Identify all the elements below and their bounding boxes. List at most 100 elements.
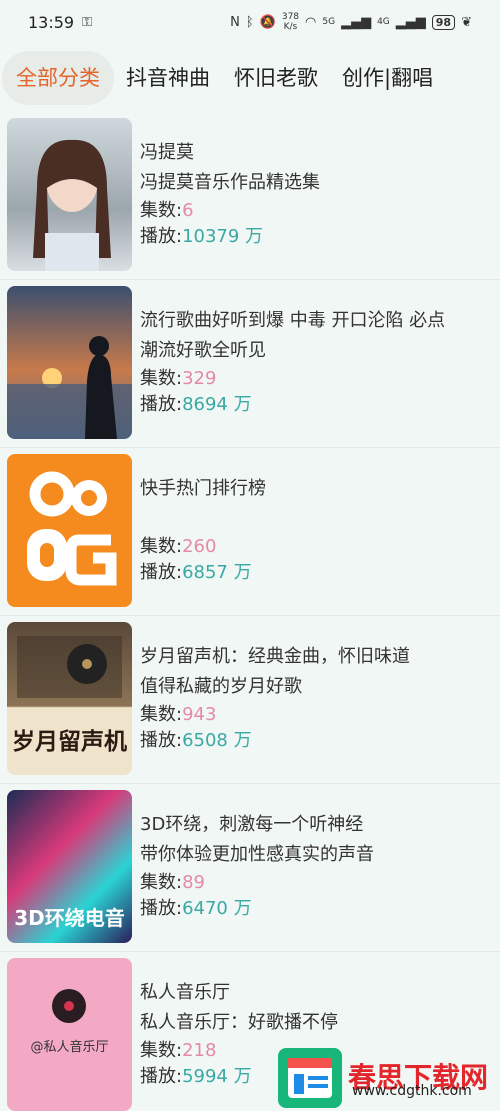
item-subtitle: 私人音乐厅：好歌播不停 [140,1012,338,1033]
album-cover [7,286,132,439]
list-item[interactable]: 岁月留声机 岁月留声机：经典金曲，怀旧味道 值得私藏的岁月好歌 集数:943 播… [0,616,500,784]
count-value: 329 [182,368,217,389]
cover-title: 3D环绕电音 [14,906,125,930]
album-list: 冯提莫 冯提莫音乐作品精选集 集数:6 播放:10379 万 流行歌曲好听到爆 … [0,112,500,1111]
count-label: 集数: [140,368,183,389]
signal-4g: 4G [377,17,390,27]
net-speed-value: 378 [281,12,300,22]
vinyl-record-icon [52,989,86,1023]
item-episode-count: 集数:943 [140,702,216,728]
item-info: 3D环绕，刺激每一个听神经 带你体验更加性感真实的声音 [140,810,490,870]
plays-label: 播放: [140,394,183,415]
cover-title: @私人音乐厅 [30,1040,109,1055]
watermark-logo-shape [288,1058,332,1098]
count-value: 89 [182,872,205,893]
count-value: 943 [182,704,217,725]
count-value: 260 [182,536,217,557]
wifi-icon: ◠ [305,14,317,30]
mute-icon: 🔕 [259,14,276,30]
status-bar: 13:59 ⚿ N ᛒ 🔕 378 K/s ◠ 5G ▂▄▆ 4G ▂▄▆ 98… [0,0,500,44]
category-tabs: 全部分类 抖音神曲 怀旧老歌 创作|翻唱 [0,50,500,106]
item-play-count: 播放:5994 万 [140,1064,252,1090]
item-subtitle: 冯提莫音乐作品精选集 [140,172,320,193]
plays-value: 8694 万 [182,394,252,415]
list-item[interactable]: 流行歌曲好听到爆 中毒 开口沦陷 必点 潮流好歌全听见 集数:329 播放:86… [0,280,500,448]
sunset-silhouette-illustration [7,336,132,439]
net-speed: 378 K/s [282,12,299,32]
list-item[interactable]: 快手热门排行榜 集数:260 播放:6857 万 [0,448,500,616]
item-episode-count: 集数:260 [140,534,216,560]
list-item[interactable]: 3D环绕电音 3D环绕，刺激每一个听神经 带你体验更加性感真实的声音 集数:89… [0,784,500,952]
item-info: 私人音乐厅 私人音乐厅：好歌播不停 [140,978,490,1038]
signal-bars-icon-2: ▂▄▆ [395,14,426,30]
tab-all-categories[interactable]: 全部分类 [2,51,114,105]
item-title: 快手热门排行榜 [140,478,266,499]
item-subtitle: 潮流好歌全听见 [140,340,266,361]
item-play-count: 播放:6508 万 [140,728,252,754]
plays-label: 播放: [140,898,183,919]
item-title: 3D环绕，刺激每一个听神经 [140,814,364,835]
cover-title: 岁月留声机 [12,729,127,755]
album-cover: 岁月留声机 [7,622,132,775]
item-info: 流行歌曲好听到爆 中毒 开口沦陷 必点 潮流好歌全听见 [140,306,490,366]
item-episode-count: 集数:329 [140,366,216,392]
item-info: 冯提莫 冯提莫音乐作品精选集 [140,138,490,198]
leaf-icon: ❦ [461,14,472,30]
portrait-illustration [33,139,111,271]
plays-value: 6857 万 [182,562,252,583]
item-play-count: 播放:6857 万 [140,560,252,586]
count-label: 集数: [140,536,183,557]
plays-value: 6508 万 [182,730,252,751]
status-icons: N ᛒ 🔕 378 K/s ◠ 5G ▂▄▆ 4G ▂▄▆ 98 ❦ [230,12,472,32]
plays-value: 10379 万 [182,226,264,247]
plays-label: 播放: [140,730,183,751]
item-subtitle [140,504,490,534]
item-info: 岁月留声机：经典金曲，怀旧味道 值得私藏的岁月好歌 [140,642,490,702]
battery-level: 98 [431,14,456,30]
album-cover [7,118,132,271]
gramophone-illustration [17,636,122,698]
item-title: 岁月留声机：经典金曲，怀旧味道 [140,646,410,667]
item-subtitle: 带你体验更加性感真实的声音 [140,844,374,865]
tab-douyin-hits[interactable]: 抖音神曲 [114,51,222,105]
count-label: 集数: [140,200,183,221]
tab-classic-oldies[interactable]: 怀旧老歌 [222,51,330,105]
count-value: 6 [182,200,194,221]
signal-bars-icon: ▂▄▆ [341,14,372,30]
count-label: 集数: [140,704,183,725]
signal-5g: 5G [322,17,336,27]
item-episode-count: 集数:89 [140,870,205,896]
plays-label: 播放: [140,1066,183,1087]
site-watermark: 春思下载网 www.cdgthk.com [278,1045,500,1111]
item-info: 快手热门排行榜 [140,474,490,534]
key-icon: ⚿ [82,14,93,30]
item-subtitle: 值得私藏的岁月好歌 [140,676,302,697]
item-title: 流行歌曲好听到爆 中毒 开口沦陷 必点 [140,310,446,331]
watermark-url: www.cdgthk.com [352,1083,472,1099]
item-title: 冯提莫 [140,142,194,163]
album-cover: 3D环绕电音 [7,790,132,943]
plays-label: 播放: [140,226,183,247]
item-play-count: 播放:8694 万 [140,392,252,418]
list-item[interactable]: 冯提莫 冯提莫音乐作品精选集 集数:6 播放:10379 万 [0,112,500,280]
status-time: 13:59 [28,12,75,32]
tab-original-covers[interactable]: 创作|翻唱 [330,51,445,105]
kuaishou-logo-icon [27,471,117,586]
plays-label: 播放: [140,562,183,583]
nfc-icon: N [230,14,240,30]
net-speed-unit: K/s [283,22,298,32]
status-time-group: 13:59 ⚿ [28,13,92,32]
bluetooth-icon: ᛒ [245,14,254,30]
plays-value: 5994 万 [182,1066,252,1087]
count-label: 集数: [140,1040,183,1061]
item-episode-count: 集数:218 [140,1038,216,1064]
item-play-count: 播放:6470 万 [140,896,252,922]
count-label: 集数: [140,872,183,893]
album-cover: @私人音乐厅 [7,958,132,1111]
item-title: 私人音乐厅 [140,982,230,1003]
item-episode-count: 集数:6 [140,198,194,224]
watermark-logo-icon [278,1048,342,1108]
album-cover [7,454,132,607]
item-play-count: 播放:10379 万 [140,224,263,250]
plays-value: 6470 万 [182,898,252,919]
